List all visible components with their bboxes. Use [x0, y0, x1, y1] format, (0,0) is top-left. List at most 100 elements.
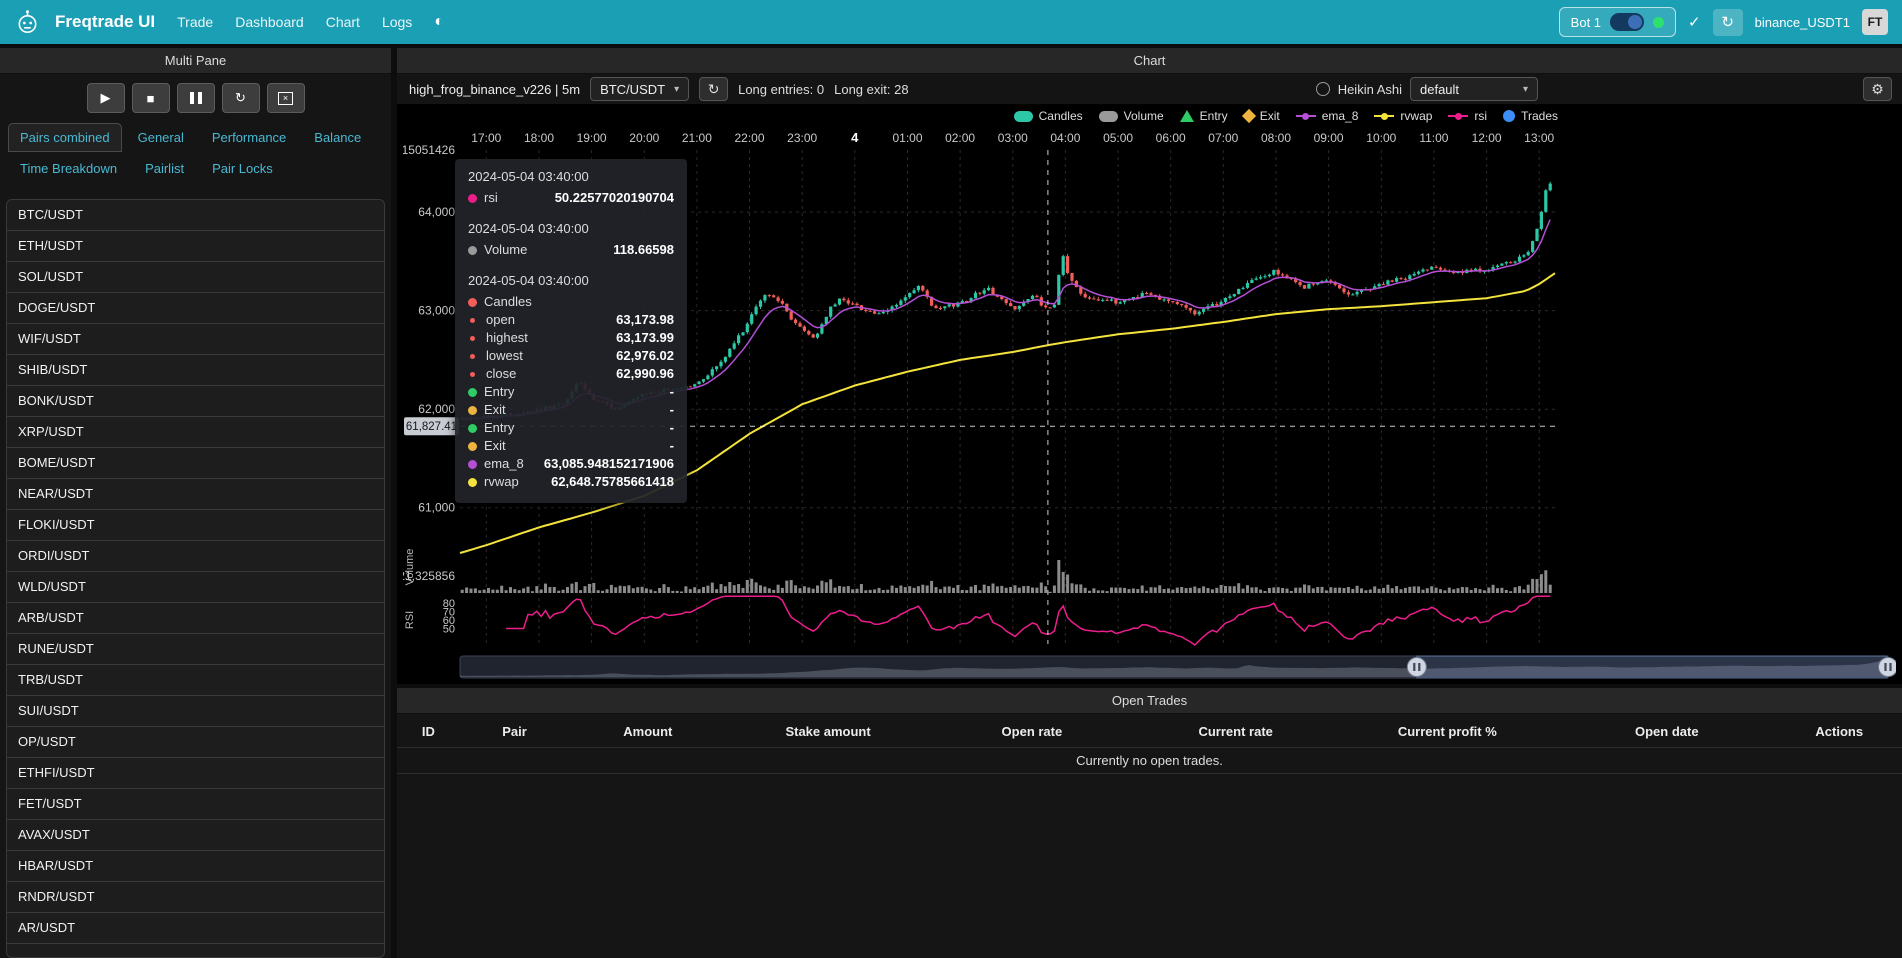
multi-pane-header: Multi Pane [0, 48, 391, 74]
column-header-actions[interactable]: Actions [1777, 716, 1902, 748]
tooltip-label: rvwap [484, 473, 519, 491]
tab-pair-locks[interactable]: Pair Locks [200, 154, 285, 183]
pair-list-item[interactable]: ORDI/USDT [7, 541, 384, 572]
svg-text:17:00: 17:00 [471, 131, 501, 145]
tooltip-value: - [670, 437, 674, 455]
svg-text:515051426: 515051426 [403, 143, 455, 157]
legend-label: Trades [1521, 109, 1558, 123]
legend-item-volume[interactable]: Volume [1099, 109, 1164, 123]
plot-config-select[interactable]: default ▾ [1410, 77, 1538, 101]
tab-balance[interactable]: Balance [302, 123, 373, 152]
stop-button[interactable]: ■ [132, 83, 170, 113]
empty-message: Currently no open trades. [397, 748, 1902, 774]
legend-label: rsi [1474, 109, 1487, 123]
pair-list-item[interactable]: ETH/USDT [7, 231, 384, 262]
pair-list-item[interactable]: WIF/USDT [7, 324, 384, 355]
tab-pairlist[interactable]: Pairlist [133, 154, 196, 183]
legend-item-ema_8[interactable]: ema_8 [1296, 109, 1359, 123]
column-header-pair[interactable]: Pair [460, 716, 570, 748]
refresh-bot-button[interactable]: ↻ [1713, 9, 1743, 36]
legend-label: Exit [1260, 109, 1280, 123]
series-dot-icon [468, 478, 477, 487]
pair-list-item[interactable]: BONK/USDT [7, 386, 384, 417]
nav-link-trade[interactable]: Trade [177, 14, 213, 30]
pair-list-item[interactable]: XRP/USDT [7, 417, 384, 448]
pair-list-item[interactable]: WLD/USDT [7, 572, 384, 603]
tooltip-label: lowest [486, 347, 523, 365]
tab-time-breakdown[interactable]: Time Breakdown [8, 154, 129, 183]
pair-list-item[interactable]: SHIB/USDT [7, 355, 384, 386]
pair-list-item[interactable]: FLOKI/USDT [7, 510, 384, 541]
tooltip-label: highest [486, 329, 528, 347]
chart-panel: Chart high_frog_binance_v226 | 5m BTC/US… [397, 48, 1902, 684]
column-header-current-rate[interactable]: Current rate [1134, 716, 1338, 748]
open-trades-table: IDPairAmountStake amountOpen rateCurrent… [397, 716, 1902, 774]
trades-circle-icon [1503, 110, 1515, 122]
pair-list-item[interactable]: ETHFI/USDT [7, 758, 384, 789]
pair-list-item[interactable]: HBAR/USDT [7, 851, 384, 882]
pair-list-item[interactable]: OP/USDT [7, 727, 384, 758]
column-header-open-date[interactable]: Open date [1557, 716, 1776, 748]
avatar[interactable]: FT [1862, 9, 1888, 35]
nav-link-chart[interactable]: Chart [326, 14, 360, 30]
pair-list-item[interactable]: SUI/USDT [7, 696, 384, 727]
pair-list-item[interactable]: TRB/USDT [7, 665, 384, 696]
tooltip-value: - [670, 401, 674, 419]
pair-list-item[interactable]: BTC/USDT [7, 200, 384, 231]
chart-area: CandlesVolumeEntryExitema_8rvwaprsiTrade… [397, 104, 1902, 684]
legend-item-trades[interactable]: Trades [1503, 109, 1558, 123]
bot-selector[interactable]: Bot 1 [1559, 7, 1676, 37]
pair-list-item[interactable]: AVAX/USDT [7, 820, 384, 851]
chevron-down-icon: ▾ [1523, 84, 1528, 95]
clear-button[interactable]: × [267, 83, 305, 113]
column-header-current-profit-[interactable]: Current profit % [1338, 716, 1557, 748]
legend-item-rvwap[interactable]: rvwap [1374, 109, 1432, 123]
series-dot-icon [468, 246, 477, 255]
heikin-ashi-checkbox[interactable] [1316, 82, 1330, 96]
pair-list-item[interactable]: FET/USDT [7, 789, 384, 820]
legend-item-candles[interactable]: Candles [1014, 109, 1083, 123]
column-header-open-rate[interactable]: Open rate [930, 716, 1134, 748]
multi-pane-panel: Multi Pane ▶■ ↻× Pairs combinedGeneralPer… [0, 48, 391, 958]
tab-performance[interactable]: Performance [200, 123, 298, 152]
pair-list-item[interactable]: AR/USDT [7, 913, 384, 944]
pair-list-item[interactable]: ARB/USDT [7, 603, 384, 634]
tooltip-group: 2024-05-04 03:40:00rsi50.22577020190704 [468, 169, 674, 207]
tooltip-value: - [670, 383, 674, 401]
theme-toggle-icon[interactable]: ◐ [434, 13, 444, 31]
ema_8-line-icon [1296, 112, 1316, 121]
column-header-stake-amount[interactable]: Stake amount [726, 716, 930, 748]
plot-settings-gear-button[interactable]: ⚙ [1863, 77, 1892, 101]
pair-list-item[interactable]: RUNE/USDT [7, 634, 384, 665]
candles-marker-icon [1014, 111, 1033, 122]
nav-link-logs[interactable]: Logs [382, 14, 412, 30]
series-dot-icon [468, 388, 477, 397]
bot-toggle[interactable] [1610, 13, 1644, 31]
play-button[interactable]: ▶ [87, 83, 125, 113]
tab-general[interactable]: General [126, 123, 196, 152]
pair-list-item[interactable]: RNDR/USDT [7, 882, 384, 913]
legend-item-exit[interactable]: Exit [1244, 109, 1280, 123]
brand[interactable]: Freqtrade UI [55, 12, 155, 32]
pair-list-item[interactable]: SOL/USDT [7, 262, 384, 293]
chart-refresh-button[interactable]: ↻ [699, 77, 728, 101]
pause-button[interactable] [177, 83, 215, 113]
column-header-amount[interactable]: Amount [569, 716, 726, 748]
tooltip-row: Exit- [468, 401, 674, 419]
pair-select[interactable]: BTC/USDT ▾ [590, 77, 689, 101]
column-header-id[interactable]: ID [397, 716, 460, 748]
pair-list-item[interactable]: DOGE/USDT [7, 293, 384, 324]
pair-list-item[interactable]: NEAR/USDT [7, 479, 384, 510]
reload-button[interactable]: ↻ [222, 83, 260, 113]
legend-item-rsi[interactable]: rsi [1448, 109, 1487, 123]
svg-text:08:00: 08:00 [1261, 131, 1291, 145]
tooltip-row: lowest62,976.02 [468, 347, 674, 365]
chart-panel-header: Chart [397, 48, 1902, 74]
tooltip-value: 50.22577020190704 [555, 189, 674, 207]
pair-list-item[interactable]: BOME/USDT [7, 448, 384, 479]
navbar: Freqtrade UI Trade Dashboard Chart Logs ◐ B… [0, 0, 1902, 44]
nav-link-dashboard[interactable]: Dashboard [235, 14, 304, 30]
tab-pairs-combined[interactable]: Pairs combined [8, 123, 122, 152]
legend-item-entry[interactable]: Entry [1180, 109, 1228, 123]
svg-text:63,000: 63,000 [418, 304, 455, 318]
